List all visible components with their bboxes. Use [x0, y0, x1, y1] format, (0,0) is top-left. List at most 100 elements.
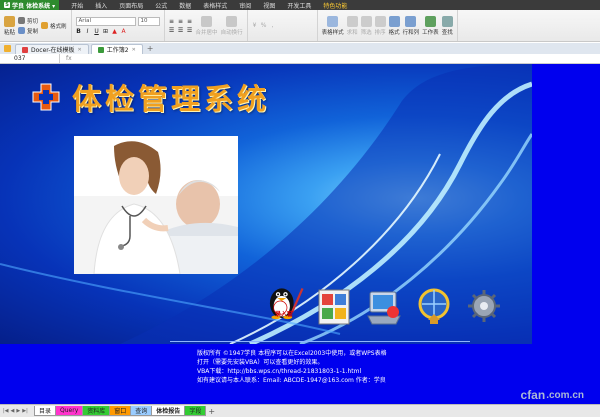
thousands-icon[interactable]: , [270, 22, 276, 29]
number-group: ¥ % , [248, 10, 318, 41]
medical-cross-icon [32, 83, 60, 111]
filter-button[interactable]: 筛选 [360, 15, 372, 36]
copyright-info: 版权所有 ©1947学良 本程序可以在Excel2003中使用，或者WPS表格 … [197, 349, 387, 385]
globe-icon [418, 288, 450, 324]
database-module-button[interactable] [364, 276, 404, 326]
cut-button[interactable]: 剪切 [18, 17, 38, 25]
menu-formula[interactable]: 公式 [149, 1, 173, 10]
forms-module-button[interactable] [314, 276, 354, 326]
bold-icon[interactable]: B [76, 28, 82, 35]
ribbon-toolbar: 粘贴 剪切 复制 格式刷 Arial 10 B I U ⊞ ▲ A ≡ ≡ ≡ … [0, 10, 600, 42]
align-top-icon[interactable]: ≡ [169, 18, 175, 25]
worksheet-area: 体检管理系统 录入窗 版权所有 ©1947学良 本程序可以在Excel2003中… [0, 64, 600, 404]
formula-bar: 037 fx [0, 54, 600, 64]
menu-data[interactable]: 数据 [173, 1, 197, 10]
paste-button[interactable]: 粘贴 [4, 15, 15, 36]
copy-button[interactable]: 复制 [18, 27, 38, 35]
sheet-tab-database[interactable]: 资料库 [82, 406, 111, 416]
footer-line-1: 版权所有 ©1947学良 本程序可以在Excel2003中使用，或者WPS表格 [197, 350, 387, 357]
merge-center-button[interactable]: 合并居中 [196, 15, 218, 36]
next-sheet-icon[interactable]: ▶ [16, 408, 20, 414]
font-format-row: B I U ⊞ ▲ A [76, 28, 160, 35]
font-size-select[interactable]: 10 [137, 16, 160, 26]
sheet-tab-query[interactable]: Query [55, 406, 84, 416]
worksheet-button[interactable]: 工作表 [422, 15, 439, 36]
format-button[interactable]: 格式 [388, 15, 400, 36]
format-painter-button[interactable]: 格式刷 [41, 22, 67, 30]
gear-icon [468, 290, 500, 322]
currency-icon[interactable]: ¥ [252, 22, 258, 29]
rows-cols-button[interactable]: 行和列 [403, 15, 419, 36]
auto-wrap-button[interactable]: 自动换行 [221, 15, 243, 36]
align-middle-icon[interactable]: ≡ [178, 18, 184, 25]
folder-icon[interactable] [4, 45, 11, 52]
tab-docer[interactable]: Docer-在线模板 ✕ [15, 44, 89, 54]
app-menu-button[interactable]: S 学良 体检系统 ▾ [0, 0, 60, 10]
sigma-icon [346, 15, 358, 27]
search-icon [441, 15, 453, 27]
sort-icon [374, 15, 386, 27]
find-button[interactable]: 查找 [441, 15, 453, 36]
rows-cols-icon [405, 15, 417, 27]
paste-icon [4, 15, 15, 27]
network-module-button[interactable] [414, 276, 454, 326]
sheet-tab-fields[interactable]: 字段 [184, 406, 207, 416]
sheet-nav-buttons: |◀ ◀ ▶ ▶| [0, 408, 34, 414]
entry-window-button[interactable]: 录入窗 [264, 276, 304, 326]
prev-sheet-icon[interactable]: ◀ [11, 408, 15, 414]
menu-page-layout[interactable]: 页面布局 [113, 1, 149, 10]
sheet-tab-window[interactable]: 窗口 [109, 406, 132, 416]
sheet-tab-directory[interactable]: 目录 [34, 406, 57, 416]
align-left-icon[interactable]: ☰ [169, 27, 175, 34]
footer-line-2: 打开（需要先安装VBA）可以查看更好的效果。 [197, 359, 324, 366]
sum-button[interactable]: 求和 [346, 15, 358, 36]
sort-button[interactable]: 排序 [374, 15, 386, 36]
forms-grid-icon [318, 289, 350, 325]
underline-icon[interactable]: U [94, 28, 100, 35]
filter-icon [360, 15, 372, 27]
align-center-icon[interactable]: ☰ [178, 27, 184, 34]
watermark-brand: cfan [520, 388, 546, 402]
computer-database-icon [367, 291, 401, 325]
percent-icon[interactable]: % [261, 22, 267, 29]
first-sheet-icon[interactable]: |◀ [3, 408, 9, 414]
last-sheet-icon[interactable]: ▶| [22, 408, 28, 414]
wrap-icon [226, 15, 238, 27]
new-tab-button[interactable]: + [147, 44, 154, 53]
sheet-icon [97, 46, 104, 53]
scissors-icon [18, 17, 26, 24]
app-name: 学良 体检系统 ▾ [12, 2, 56, 10]
name-box[interactable]: 037 [0, 54, 60, 63]
font-name-select[interactable]: Arial [75, 16, 136, 26]
sheet-tab-report[interactable]: 体检报告 [151, 406, 186, 416]
tab-workbook2[interactable]: 工作簿2 ✕ [90, 44, 143, 54]
settings-module-button[interactable] [464, 276, 504, 326]
menu-review[interactable]: 审阅 [233, 1, 257, 10]
align-right-icon[interactable]: ☰ [187, 27, 193, 34]
menu-home[interactable]: 开始 [65, 1, 89, 10]
align-bottom-icon[interactable]: ≡ [187, 18, 193, 25]
system-title: 体检管理系统 [72, 82, 271, 116]
menu-table-style[interactable]: 表格样式 [197, 1, 233, 10]
italic-icon[interactable]: I [85, 28, 91, 35]
fx-icon[interactable]: fx [66, 55, 72, 62]
menu-view[interactable]: 视图 [257, 1, 281, 10]
sheet-tab-bar: |◀ ◀ ▶ ▶| 目录 Query 资料库 窗口 查询 体检报告 字段 + [0, 404, 600, 417]
docer-icon [22, 46, 28, 53]
sheet-tab-search[interactable]: 查询 [130, 406, 153, 416]
close-icon[interactable]: ✕ [132, 47, 136, 53]
footer-line-3[interactable]: VBA下载：http://bbs.wps.cn/thread-21831803-… [197, 367, 387, 376]
add-sheet-button[interactable]: + [208, 407, 215, 416]
table-style-button[interactable]: 表格样式 [322, 15, 344, 36]
document-tab-strip: Docer-在线模板 ✕ 工作簿2 ✕ + [0, 43, 600, 54]
alignment-group: ≡ ≡ ≡ ☰ ☰ ☰ 合并居中 自动换行 [165, 10, 248, 41]
font-color-icon[interactable]: A [121, 28, 127, 35]
close-icon[interactable]: ✕ [78, 47, 82, 53]
menu-developer[interactable]: 开发工具 [281, 1, 317, 10]
border-icon[interactable]: ⊞ [103, 28, 109, 35]
menu-features[interactable]: 特色功能 [317, 1, 353, 10]
menu-insert[interactable]: 插入 [89, 1, 113, 10]
wps-logo-icon: S [4, 2, 10, 8]
menu-items: 开始 插入 页面布局 公式 数据 表格样式 审阅 视图 开发工具 特色功能 [65, 1, 353, 10]
fill-color-icon[interactable]: ▲ [112, 28, 118, 35]
